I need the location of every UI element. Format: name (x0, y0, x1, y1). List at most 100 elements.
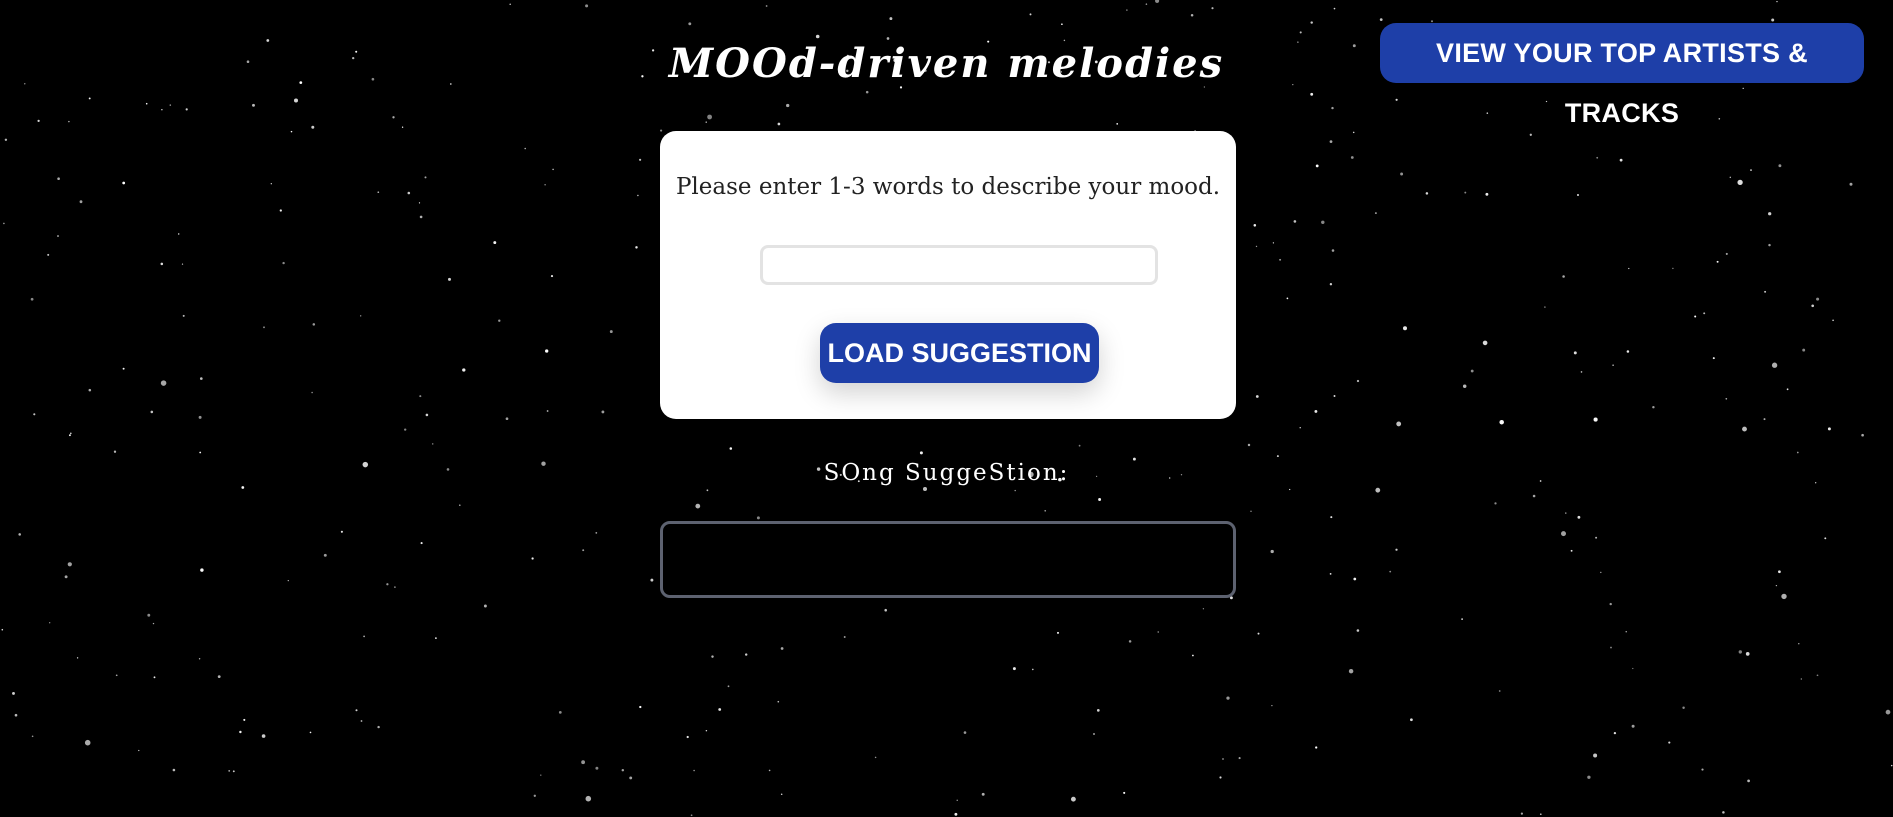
star (1742, 87, 1744, 90)
star (239, 730, 242, 734)
star (1520, 812, 1523, 815)
star (1729, 176, 1732, 179)
star (1682, 706, 1685, 709)
star (777, 122, 781, 126)
star (815, 34, 820, 39)
mood-input[interactable] (760, 245, 1158, 285)
star (693, 769, 695, 772)
star (232, 770, 235, 773)
star (688, 22, 692, 26)
star (122, 367, 125, 370)
star (650, 578, 654, 582)
star (182, 314, 185, 317)
star (462, 368, 466, 372)
star (609, 330, 613, 334)
star (1816, 674, 1819, 677)
star (1570, 549, 1573, 552)
star (595, 766, 599, 770)
load-suggestion-button[interactable]: LOAD SUGGESTION (820, 323, 1099, 383)
star (47, 253, 50, 256)
star (419, 395, 422, 398)
star (1279, 258, 1282, 261)
star (340, 530, 343, 533)
star (1625, 631, 1627, 633)
star (1861, 433, 1864, 437)
view-top-artists-button[interactable]: VIEW YOUR TOP ARTISTS & TRACKS (1380, 23, 1864, 128)
star (1219, 776, 1222, 779)
star (540, 774, 542, 776)
star (1632, 667, 1634, 670)
star (1410, 718, 1413, 722)
star (185, 108, 188, 111)
star (69, 432, 72, 435)
star (1745, 652, 1750, 656)
star (1226, 696, 1230, 700)
star (181, 263, 184, 265)
star (401, 126, 404, 128)
star (323, 553, 327, 557)
star (18, 533, 21, 536)
star (448, 277, 451, 281)
star (1626, 350, 1630, 353)
star (115, 674, 118, 677)
star (1539, 813, 1542, 816)
star (745, 653, 748, 656)
star (1031, 668, 1034, 671)
star (1747, 779, 1750, 783)
star (1126, 9, 1128, 11)
star (963, 731, 967, 734)
star (582, 549, 585, 552)
star (1331, 249, 1335, 252)
star (1257, 632, 1260, 635)
star (524, 147, 526, 150)
star (1289, 488, 1291, 491)
star (1014, 489, 1016, 492)
star (1668, 741, 1671, 744)
star (161, 109, 163, 111)
star (293, 98, 299, 103)
star (1098, 498, 1102, 501)
star (1672, 267, 1674, 270)
star (843, 636, 846, 638)
star (544, 184, 546, 186)
star (309, 731, 312, 734)
star (954, 812, 958, 816)
star (145, 102, 148, 105)
star (922, 486, 928, 492)
star (1742, 426, 1747, 432)
star (581, 760, 586, 765)
star (601, 410, 605, 414)
star (418, 202, 421, 204)
star (1255, 245, 1258, 248)
star (392, 116, 395, 119)
star (1613, 731, 1617, 735)
star (1532, 494, 1536, 498)
star (1529, 133, 1532, 136)
star (1299, 427, 1301, 429)
star (177, 233, 180, 235)
star (558, 711, 562, 714)
star (160, 262, 164, 266)
star (1116, 123, 1119, 125)
star (1485, 192, 1489, 196)
star (1786, 388, 1789, 391)
star (287, 579, 289, 582)
star (31, 735, 34, 738)
star (1096, 709, 1100, 712)
star (1396, 421, 1402, 427)
star (1400, 172, 1404, 176)
star (435, 637, 437, 639)
star (1462, 384, 1467, 388)
star (1314, 409, 1318, 413)
star (711, 655, 714, 658)
star (407, 191, 411, 195)
star (777, 700, 780, 703)
star (1800, 678, 1802, 680)
star (1718, 118, 1721, 120)
star (1270, 549, 1274, 554)
star (1499, 419, 1504, 425)
star (1544, 306, 1546, 308)
star (1299, 31, 1302, 34)
star (1330, 516, 1333, 519)
star (360, 315, 362, 317)
